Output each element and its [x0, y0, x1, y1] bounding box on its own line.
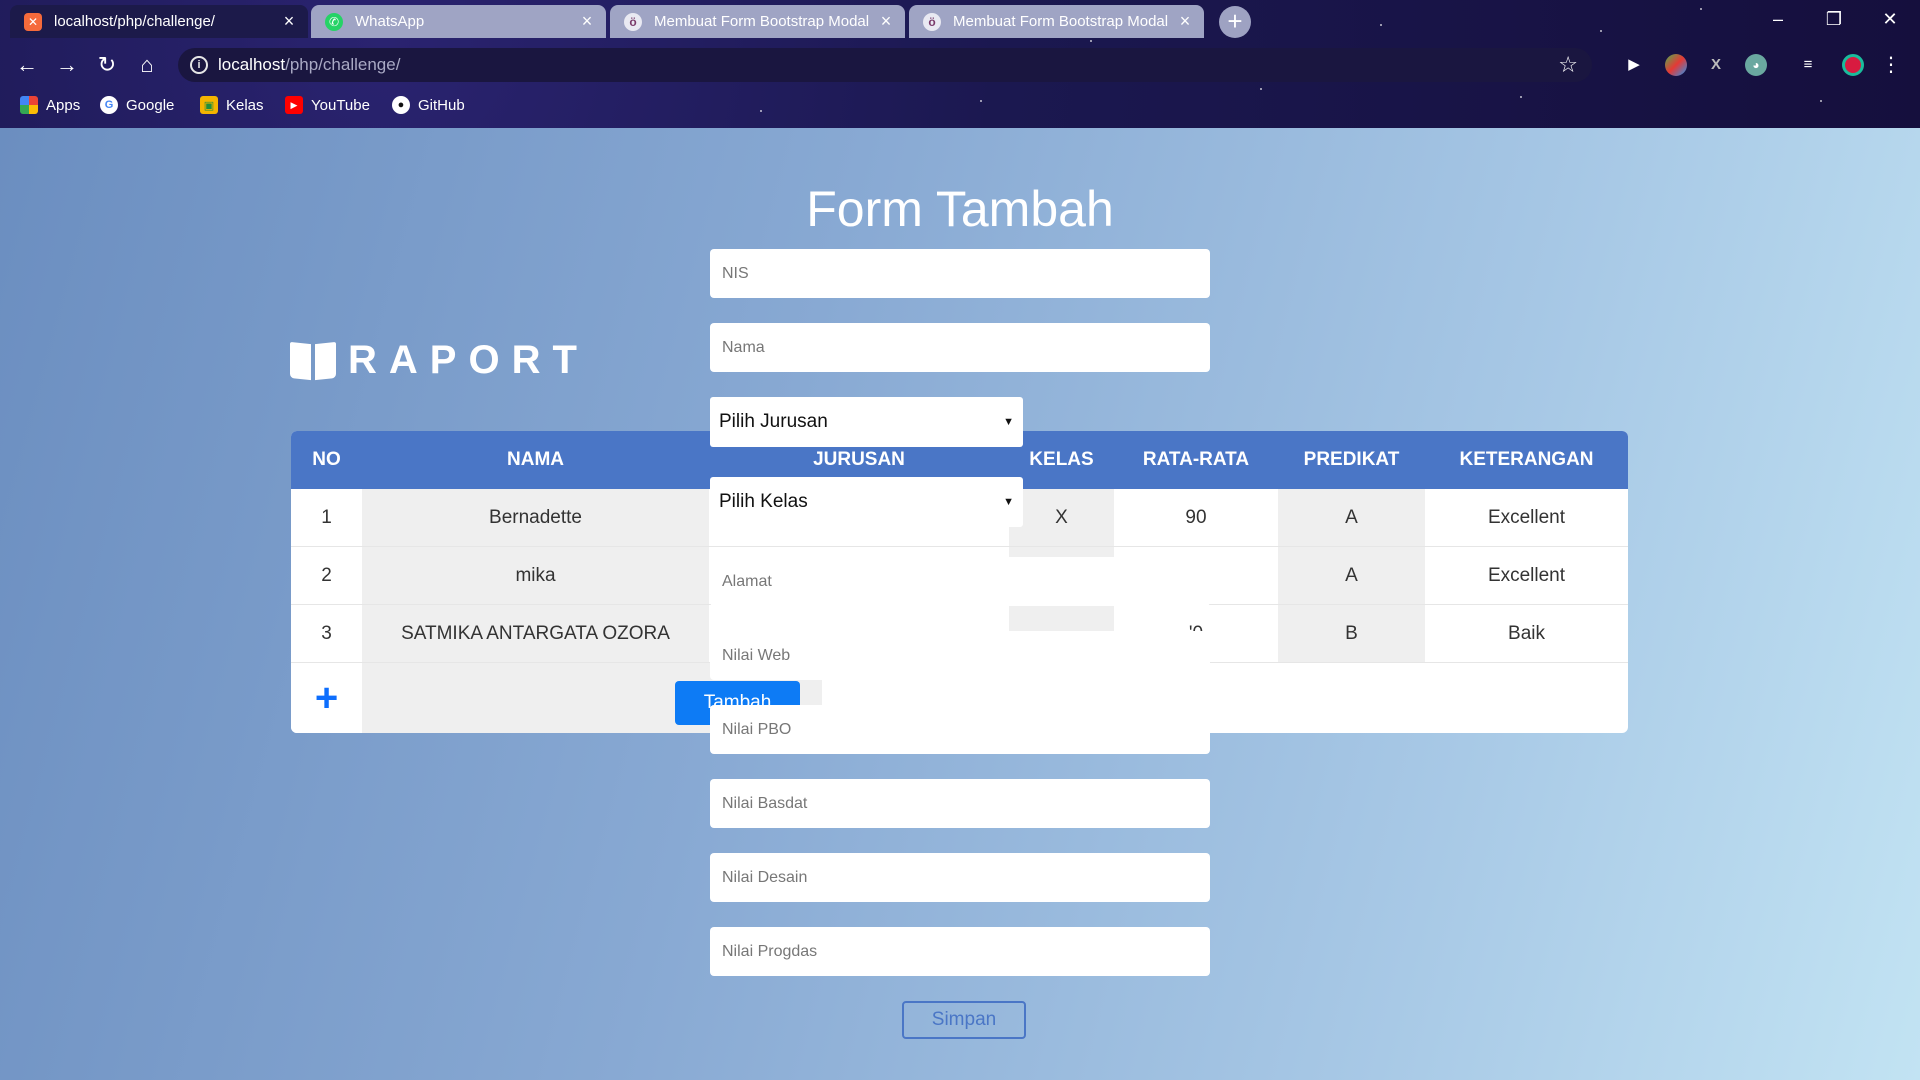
- cell-predikat: B: [1278, 605, 1425, 662]
- info-icon[interactable]: i: [190, 56, 208, 74]
- header-nama: NAMA: [507, 449, 564, 470]
- url-text: localhost/php/challenge/: [218, 55, 401, 74]
- site-icon: ö: [624, 12, 642, 31]
- page-content: RAPORT NO NAMA JURUSAN KELAS RATA-RATA P…: [0, 128, 1920, 1080]
- header-keterangan: KETERANGAN: [1459, 449, 1594, 470]
- nilai-web-input[interactable]: Nilai Web: [710, 631, 1210, 680]
- book-icon: [290, 341, 336, 380]
- bookmark-label: Kelas: [226, 96, 264, 114]
- close-tab-icon[interactable]: ×: [578, 11, 596, 32]
- tab-title: Membuat Form Bootstrap Modal: [654, 13, 869, 30]
- bookmark-label: Google: [126, 96, 175, 114]
- bookmark-google[interactable]: G Google: [100, 94, 174, 116]
- cell-no: 1: [321, 506, 332, 528]
- site-icon: ö: [923, 12, 941, 31]
- bookmark-kelas[interactable]: ▣ Kelas: [200, 94, 264, 116]
- new-tab-button[interactable]: +: [1219, 6, 1251, 38]
- close-tab-icon[interactable]: ×: [877, 11, 895, 32]
- menu-kebab-icon[interactable]: ⋮: [1880, 54, 1902, 76]
- close-window-button[interactable]: ✕: [1862, 0, 1918, 38]
- apps-grid-icon: [20, 96, 38, 114]
- cell-predikat: A: [1278, 547, 1425, 604]
- xampp-icon: ✕: [24, 12, 42, 31]
- reload-icon[interactable]: ↻: [94, 52, 120, 78]
- play-extension-icon[interactable]: ▶: [1623, 54, 1645, 76]
- cell-keterangan: Baik: [1508, 622, 1545, 644]
- home-icon[interactable]: ⌂: [134, 52, 160, 78]
- tab-localhost[interactable]: ✕ localhost/php/challenge/ ×: [10, 5, 308, 38]
- tab-whatsapp[interactable]: ✆ WhatsApp ×: [311, 5, 606, 38]
- tab-title: localhost/php/challenge/: [54, 13, 215, 30]
- tab-title: Membuat Form Bootstrap Modal: [953, 13, 1168, 30]
- nilai-progdas-input[interactable]: Nilai Progdas: [710, 927, 1210, 976]
- bookmark-label: Apps: [46, 96, 81, 114]
- cell-nama: Bernadette: [362, 489, 709, 546]
- brand-text: RAPORT: [348, 338, 589, 382]
- browser-chrome: ✕ localhost/php/challenge/ × ✆ WhatsApp …: [0, 0, 1920, 128]
- chevron-down-icon: ▼: [1003, 416, 1014, 428]
- media-queue-icon[interactable]: ≡: [1797, 54, 1819, 76]
- address-bar[interactable]: i localhost/php/challenge/ ☆: [178, 48, 1592, 82]
- header-rata-rata: RATA-RATA: [1142, 449, 1250, 470]
- nilai-basdat-input[interactable]: Nilai Basdat: [710, 779, 1210, 828]
- header-no: NO: [312, 449, 341, 470]
- github-icon: ●: [392, 96, 410, 114]
- cell-no: 3: [321, 622, 332, 644]
- kelas-select[interactable]: Pilih Kelas ▼: [710, 477, 1023, 527]
- youtube-icon: ▶: [285, 96, 303, 114]
- nis-input[interactable]: NIS: [710, 249, 1210, 298]
- whatsapp-icon: ✆: [325, 12, 343, 31]
- cell-keterangan: Excellent: [1487, 506, 1566, 528]
- back-icon[interactable]: ←: [14, 52, 40, 78]
- close-tab-icon[interactable]: ×: [1176, 11, 1194, 32]
- restore-button[interactable]: ❐: [1806, 0, 1862, 38]
- nilai-pbo-input[interactable]: Nilai PBO: [710, 705, 1210, 754]
- cell-rata-rata: 90: [1185, 506, 1207, 528]
- cell-nama: mika: [362, 547, 709, 604]
- cell-nama: SATMIKA ANTARGATA OZORA: [362, 605, 709, 662]
- cell-no: 2: [321, 564, 332, 586]
- brand-logo: RAPORT: [290, 338, 589, 383]
- bookmark-youtube[interactable]: ▶ YouTube: [285, 94, 370, 116]
- tab-title: WhatsApp: [355, 13, 425, 30]
- cell-kelas: X: [1009, 489, 1114, 546]
- cell-keterangan: Excellent: [1487, 564, 1566, 586]
- bookmark-label: YouTube: [311, 96, 370, 114]
- forward-icon[interactable]: →: [54, 52, 80, 78]
- simpan-button[interactable]: Simpan: [902, 1001, 1026, 1039]
- close-tab-icon[interactable]: ×: [280, 11, 298, 32]
- minimize-button[interactable]: –: [1750, 0, 1806, 38]
- chevron-down-icon: ▼: [1003, 496, 1014, 508]
- header-predikat: PREDIKAT: [1303, 449, 1400, 470]
- jurusan-select[interactable]: Pilih Jurusan ▼: [710, 397, 1023, 447]
- x-extension-icon[interactable]: X: [1705, 54, 1727, 76]
- profile-avatar[interactable]: [1842, 54, 1864, 76]
- cell-predikat: A: [1278, 489, 1425, 546]
- nilai-desain-input[interactable]: Nilai Desain: [710, 853, 1210, 902]
- color-extension-icon[interactable]: [1665, 54, 1687, 76]
- plus-icon[interactable]: +: [291, 663, 362, 733]
- tab-bootstrap-modal-1[interactable]: ö Membuat Form Bootstrap Modal ×: [610, 5, 905, 38]
- bookmark-star-icon[interactable]: ☆: [1558, 52, 1578, 78]
- alamat-input[interactable]: Alamat: [710, 557, 1210, 606]
- google-icon: G: [100, 96, 118, 114]
- cat-extension-icon[interactable]: ◕: [1745, 54, 1767, 76]
- tab-bootstrap-modal-2[interactable]: ö Membuat Form Bootstrap Modal ×: [909, 5, 1204, 38]
- bookmark-label: GitHub: [418, 96, 465, 114]
- bookmark-apps[interactable]: Apps: [20, 94, 80, 116]
- form-title: Form Tambah: [806, 181, 1114, 237]
- classroom-icon: ▣: [200, 96, 218, 114]
- bookmark-github[interactable]: ● GitHub: [392, 94, 465, 116]
- kelas-select-value: Pilih Kelas: [719, 491, 808, 512]
- jurusan-select-value: Pilih Jurusan: [719, 411, 828, 432]
- nama-input[interactable]: Nama: [710, 323, 1210, 372]
- header-kelas: KELAS: [1029, 449, 1094, 470]
